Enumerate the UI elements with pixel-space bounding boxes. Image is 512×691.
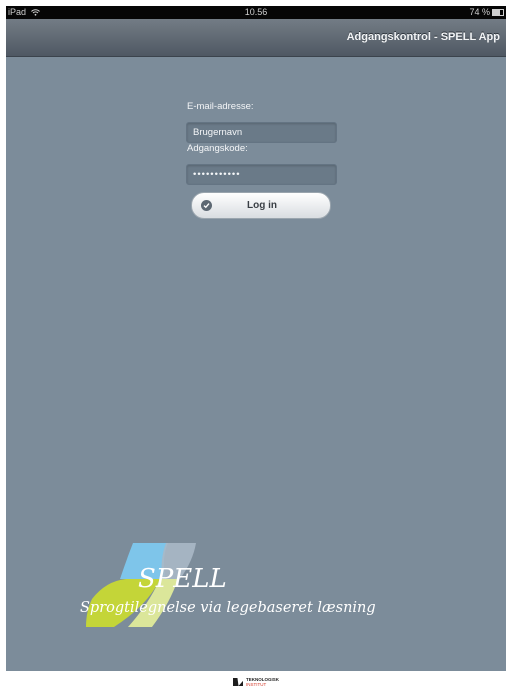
ti-logo-mark (232, 678, 243, 686)
status-right: 74 % (469, 6, 504, 19)
password-label: Adgangskode: (187, 143, 248, 154)
spell-subtitle: Sprogtilegnelse via legebaseret læsning (80, 600, 376, 616)
ti-line2: INSTITUT (245, 682, 267, 687)
status-time: 10.56 (244, 7, 268, 17)
battery-icon (492, 9, 504, 16)
email-label: E-mail-adresse: (187, 101, 254, 112)
teknologisk-institut-logo: TEKNOLOGISK INSTITUT (0, 673, 512, 691)
nav-title: Adgangskontrol - SPELL App (346, 31, 500, 43)
login-button-label: Log in (247, 200, 277, 211)
email-field[interactable] (186, 122, 337, 143)
login-button[interactable]: Log in (191, 192, 331, 219)
navigation-bar: Adgangskontrol - SPELL App (6, 19, 506, 57)
password-field[interactable] (186, 164, 337, 185)
spell-title: SPELL (138, 564, 227, 594)
battery-percent: 74 % (469, 7, 490, 17)
ipad-screen: iPad 10.56 74 % Adgangskontrol - SPELL A… (6, 6, 506, 671)
status-bar: iPad 10.56 74 % (6, 6, 506, 19)
